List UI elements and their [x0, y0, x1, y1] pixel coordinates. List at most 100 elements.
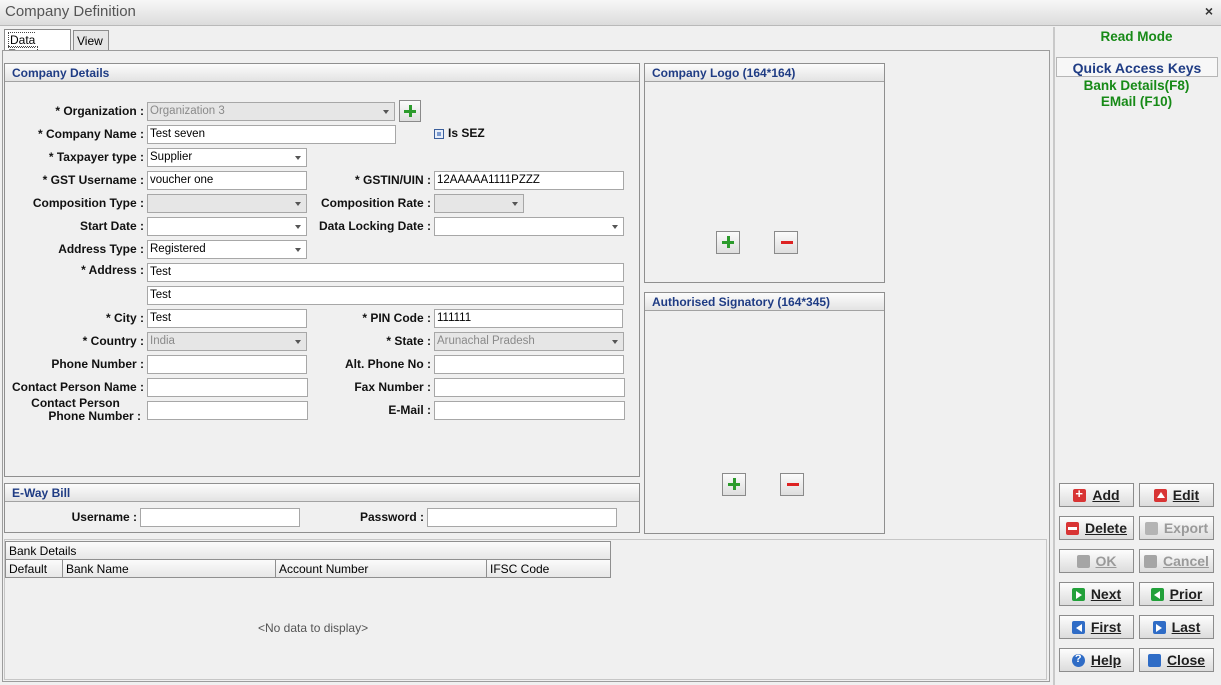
- is-sez-label: Is SEZ: [448, 126, 485, 140]
- remove-signatory-button[interactable]: [780, 473, 804, 496]
- chevron-down-icon: [612, 225, 618, 229]
- prior-icon: [1150, 588, 1164, 601]
- composition-type-label: Composition Type :: [32, 196, 144, 210]
- minus-icon: [787, 483, 799, 486]
- bank-details-header: Bank Details: [5, 541, 611, 560]
- add-signatory-button[interactable]: [722, 473, 746, 496]
- export-icon: [1144, 522, 1158, 535]
- eway-username-input[interactable]: [140, 508, 300, 527]
- prior-button-label: Prior: [1169, 586, 1203, 602]
- contact-person-phone-input[interactable]: [147, 401, 308, 420]
- start-date-label: Start Date :: [79, 219, 144, 233]
- chevron-down-icon: [612, 340, 618, 344]
- close-icon: [1147, 654, 1161, 667]
- mode-indicator: Read Mode: [1100, 29, 1173, 44]
- company-logo-panel: Company Logo (164*164): [644, 63, 885, 283]
- column-header-default[interactable]: Default: [5, 559, 63, 578]
- address-line1-input[interactable]: Test: [147, 263, 624, 282]
- remove-logo-button[interactable]: [774, 231, 798, 254]
- column-header-ifsc-code[interactable]: IFSC Code: [486, 559, 611, 578]
- ok-icon: [1076, 555, 1090, 568]
- column-header-bank-name[interactable]: Bank Name: [62, 559, 276, 578]
- next-button[interactable]: Next: [1059, 582, 1134, 606]
- chevron-down-icon: [512, 202, 518, 206]
- gst-username-input[interactable]: voucher one: [147, 171, 307, 190]
- help-button[interactable]: Help: [1059, 648, 1134, 672]
- company-name-input[interactable]: Test seven: [147, 125, 396, 144]
- ok-button-label: OK: [1095, 553, 1117, 569]
- gst-username-label: * GST Username :: [42, 173, 144, 187]
- organization-select[interactable]: Organization 3: [147, 102, 395, 121]
- state-select[interactable]: Arunachal Pradesh: [434, 332, 624, 351]
- composition-type-select[interactable]: [147, 194, 307, 213]
- tab-data-entry[interactable]: Data Entry: [4, 29, 71, 62]
- window-close-icon[interactable]: ×: [1205, 3, 1213, 19]
- composition-rate-select[interactable]: [434, 194, 524, 213]
- quick-link-email[interactable]: EMail (F10): [1055, 94, 1218, 109]
- add-logo-button[interactable]: [716, 231, 740, 254]
- phone-number-input[interactable]: [147, 355, 307, 374]
- phone-number-label: Phone Number :: [51, 357, 144, 371]
- last-button[interactable]: Last: [1139, 615, 1214, 639]
- pin-code-input[interactable]: 111111: [434, 309, 623, 328]
- edit-icon: [1153, 489, 1167, 502]
- taxpayer-type-select[interactable]: Supplier: [147, 148, 307, 167]
- chevron-down-icon: [295, 340, 301, 344]
- help-button-label: Help: [1090, 652, 1122, 668]
- alt-phone-label: Alt. Phone No :: [345, 357, 431, 371]
- country-select[interactable]: India: [147, 332, 307, 351]
- prior-button[interactable]: Prior: [1139, 582, 1214, 606]
- ok-button[interactable]: OK: [1059, 549, 1134, 573]
- close-button[interactable]: Close: [1139, 648, 1214, 672]
- is-sez-checkbox[interactable]: [434, 129, 444, 139]
- plus-icon-v: [408, 105, 412, 117]
- taxpayer-type-value: Supplier: [150, 151, 193, 163]
- eway-password-label: Password :: [359, 510, 424, 524]
- start-date-picker[interactable]: [147, 217, 307, 236]
- gstin-input[interactable]: 12AAAAA1111PZZZ: [434, 171, 624, 190]
- organization-value: Organization 3: [150, 105, 225, 117]
- plus-icon-v: [732, 478, 736, 490]
- contact-person-phone-label-line2: Phone Number :: [48, 409, 141, 423]
- company-name-label: * Company Name :: [37, 127, 144, 141]
- add-icon: [1073, 486, 1087, 502]
- alt-phone-input[interactable]: [434, 355, 624, 374]
- chevron-down-icon: [295, 248, 301, 252]
- address-label: * Address :: [81, 263, 144, 277]
- city-label: * City :: [105, 311, 144, 325]
- cancel-button[interactable]: Cancel: [1139, 549, 1214, 573]
- delete-button-label: Delete: [1084, 520, 1128, 536]
- quick-link-bank-details[interactable]: Bank Details(F8): [1055, 78, 1218, 93]
- address-type-select[interactable]: Registered: [147, 240, 307, 259]
- next-button-label: Next: [1090, 586, 1122, 602]
- add-organization-button[interactable]: [399, 100, 421, 122]
- eway-password-input[interactable]: [427, 508, 617, 527]
- taxpayer-type-label: * Taxpayer type :: [48, 150, 144, 164]
- column-header-account-number[interactable]: Account Number: [275, 559, 487, 578]
- chevron-down-icon: [295, 225, 301, 229]
- edit-button[interactable]: Edit: [1139, 483, 1214, 507]
- state-label: * State :: [386, 334, 431, 348]
- tab-view[interactable]: View: [73, 30, 109, 52]
- pin-code-label: * PIN Code :: [362, 311, 431, 325]
- empty-grid-message: <No data to display>: [258, 621, 369, 635]
- address-line2-input[interactable]: Test: [147, 286, 624, 305]
- email-input[interactable]: [434, 401, 625, 420]
- company-details-header: Company Details: [5, 64, 639, 82]
- export-button[interactable]: Export: [1139, 516, 1214, 540]
- minus-icon: [781, 241, 793, 244]
- cancel-icon: [1144, 555, 1158, 568]
- first-button[interactable]: First: [1059, 615, 1134, 639]
- data-locking-date-picker[interactable]: [434, 217, 624, 236]
- contact-person-phone-label: Contact Person Phone Number :: [10, 397, 141, 423]
- contact-person-name-input[interactable]: [147, 378, 308, 397]
- fax-number-input[interactable]: [434, 378, 625, 397]
- delete-button[interactable]: Delete: [1059, 516, 1134, 540]
- last-button-label: Last: [1171, 619, 1201, 635]
- tab-view-label: View: [77, 34, 103, 48]
- fax-number-label: Fax Number :: [354, 380, 431, 394]
- city-input[interactable]: Test: [147, 309, 307, 328]
- add-button[interactable]: Add: [1059, 483, 1134, 507]
- quick-access-header: Quick Access Keys: [1056, 57, 1218, 77]
- window-title: Company Definition: [5, 3, 136, 20]
